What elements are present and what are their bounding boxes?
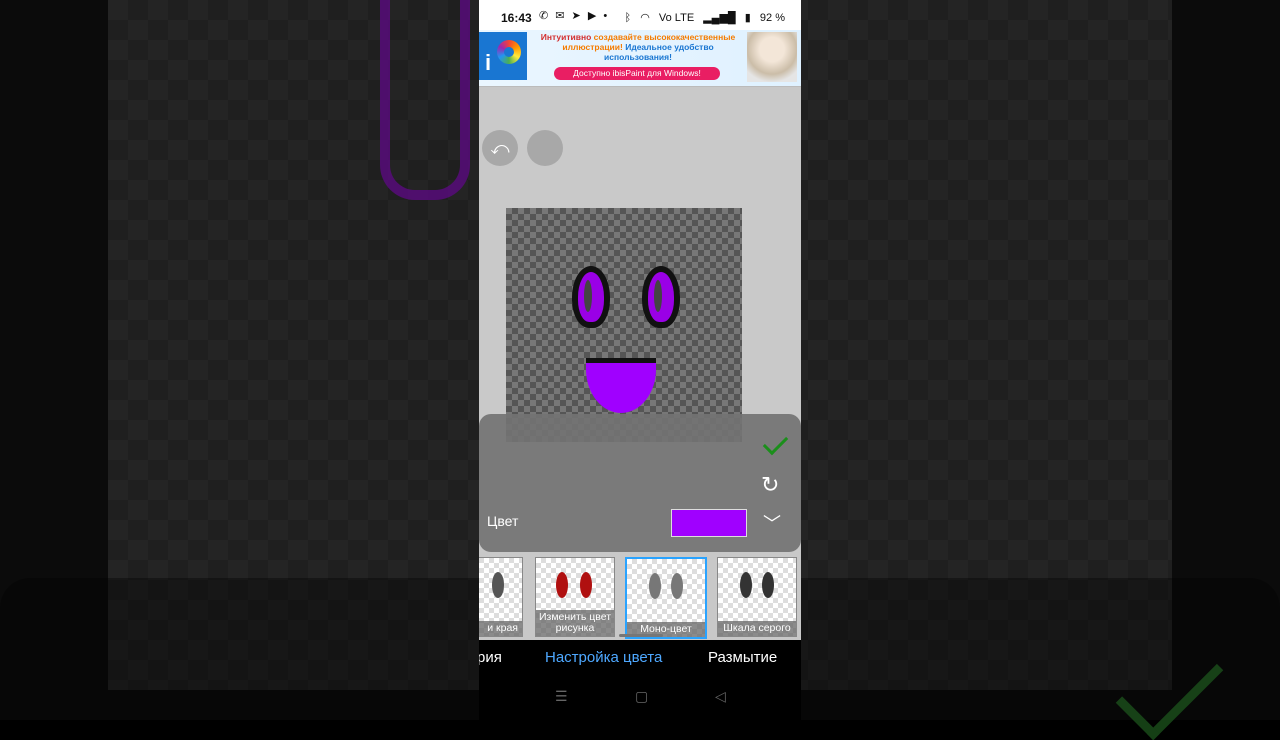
thumb-eye	[580, 572, 592, 598]
color-swatch[interactable]	[671, 509, 747, 537]
battery-icon: ▮	[744, 12, 751, 24]
thumb-eye	[649, 573, 661, 599]
color-adjust-panel: ↻ Цвет ﹀	[479, 414, 801, 552]
drawing-right-eye	[642, 266, 680, 328]
color-label: Цвет	[487, 513, 519, 529]
filter-category-tabs: рия Настройка цвета Размытие	[479, 640, 801, 676]
filter-label: и края	[479, 621, 522, 636]
filter-thumb-grayscale[interactable]: Шкала серого	[717, 557, 797, 637]
filter-thumbnails: и края Изменить цвет рисунка Моно-цвет Ш…	[479, 552, 801, 640]
thumb-eye	[492, 572, 504, 598]
reset-icon[interactable]: ↻	[761, 472, 779, 498]
drawing-canvas[interactable]	[506, 208, 742, 442]
thumb-eye	[556, 572, 568, 598]
status-time: 16:43	[501, 11, 532, 25]
menu-icon[interactable]: ☰	[555, 688, 568, 705]
ad-line1-b: создавайте высококачественные	[593, 32, 736, 42]
filter-label: Шкала серого	[718, 621, 796, 636]
ad-banner[interactable]: i Интуитивно создавайте высококачественн…	[479, 30, 801, 87]
thumb-eye	[762, 572, 774, 598]
redo-button[interactable]	[527, 130, 563, 166]
volte-label: Vo LTE	[658, 12, 695, 24]
filter-thumb-change-color[interactable]: Изменить цвет рисунка	[535, 557, 615, 637]
notification-icons: ✆ ✉ ➤ ▶ •	[539, 10, 610, 22]
thumb-eye	[671, 573, 683, 599]
ad-line3: использования!	[604, 52, 672, 62]
undo-icon: ⤺	[490, 138, 510, 158]
confirm-check-icon[interactable]	[762, 429, 789, 456]
system-nav-bar: ☰ ▢ ◁	[479, 676, 801, 720]
wifi-icon: ◠	[640, 12, 650, 24]
filter-thumb-edges[interactable]: и края	[479, 557, 523, 637]
filter-label: Изменить цвет рисунка	[536, 610, 614, 636]
battery-level: 92 %	[759, 12, 785, 24]
status-bar: 16:43 ✆ ✉ ➤ ▶ • ᛒ ◠ Vo LTE ▂▄▆█ ▮ 92 %	[479, 0, 801, 34]
chevron-down-icon[interactable]: ﹀	[763, 510, 781, 536]
tab-blur[interactable]: Размытие	[708, 649, 777, 666]
status-right: ᛒ ◠ Vo LTE ▂▄▆█ ▮ 92 %	[619, 11, 785, 24]
signal-icon: ▂▄▆█	[703, 12, 736, 24]
home-icon[interactable]: ▢	[635, 688, 648, 705]
tab-history[interactable]: рия	[479, 649, 502, 666]
tab-color-adjust[interactable]: Настройка цвета	[545, 649, 662, 666]
ad-line2-a: иллюстрации!	[562, 42, 626, 52]
drawing-left-eye	[572, 266, 610, 328]
undo-button[interactable]: ⤺	[482, 130, 518, 166]
filter-thumb-mono-color[interactable]: Моно-цвет	[625, 557, 707, 639]
back-icon[interactable]: ◁	[715, 688, 726, 705]
ad-text: Интуитивно создавайте высококачественные…	[529, 32, 747, 62]
thumb-eye	[740, 572, 752, 598]
ad-character-image	[747, 32, 797, 82]
ad-line1-a: Интуитивно	[540, 32, 594, 42]
ibispaint-logo-icon: i	[479, 32, 527, 80]
ad-line2-b: Идеальное удобство	[625, 42, 714, 52]
logo-letter: i	[485, 50, 492, 75]
background-eye-shape	[380, 0, 470, 200]
ad-download-button[interactable]: Доступно ibisPaint для Windows!	[554, 67, 720, 80]
color-wheel-icon	[497, 40, 521, 64]
phone-screen: 16:43 ✆ ✉ ➤ ▶ • ᛒ ◠ Vo LTE ▂▄▆█ ▮ 92 % i…	[479, 0, 801, 720]
drawing-mouth	[586, 358, 656, 413]
scroll-indicator	[619, 634, 663, 637]
bluetooth-icon: ᛒ	[624, 12, 632, 24]
